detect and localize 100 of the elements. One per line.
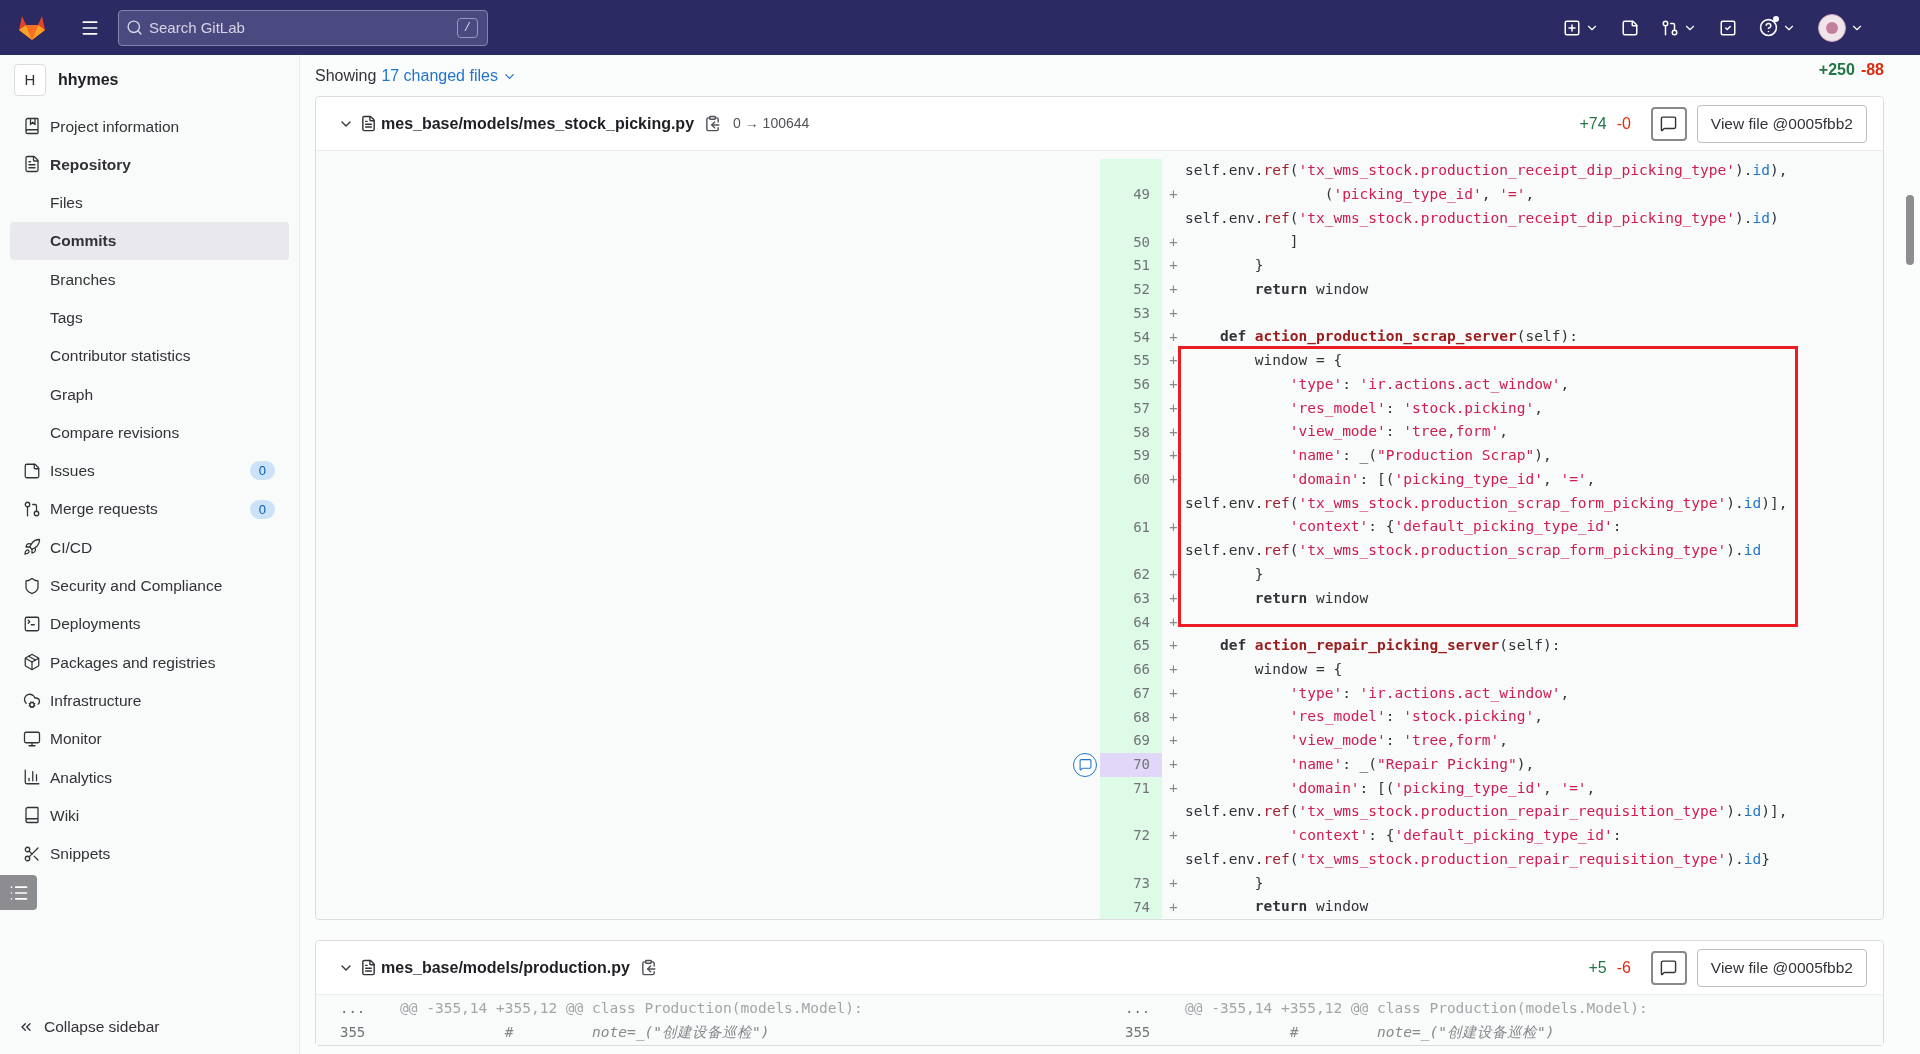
- line-number[interactable]: 59: [1100, 444, 1162, 468]
- help-button[interactable]: [1759, 18, 1796, 37]
- collapse-sidebar-button[interactable]: Collapse sidebar: [0, 999, 299, 1054]
- diff-sign: +: [1169, 327, 1178, 347]
- code-line: def action_production_scrap_server(self):: [1218, 327, 1578, 347]
- line-number[interactable]: 60: [1100, 467, 1162, 492]
- user-menu-button[interactable]: [1818, 13, 1864, 42]
- line-number[interactable]: 355: [1100, 1022, 1185, 1044]
- project-avatar[interactable]: H: [14, 64, 46, 96]
- sidebar-item[interactable]: Issues 0: [10, 451, 289, 490]
- code-line: }: [1253, 564, 1264, 584]
- avatar: [1818, 13, 1846, 42]
- line-number[interactable]: 69: [1100, 729, 1162, 753]
- line-number[interactable]: ...: [1100, 998, 1185, 1020]
- logo-icon[interactable]: [18, 14, 46, 41]
- line-number[interactable]: 58: [1100, 420, 1162, 444]
- line-number[interactable]: 72: [1100, 824, 1162, 848]
- line-number[interactable]: 73: [1100, 871, 1162, 896]
- code-line: @@ -355,14 +355,12 @@ class Production(models.Model):: [400, 999, 863, 1018]
- line-number[interactable]: 54: [1100, 325, 1162, 349]
- package-icon: [23, 653, 41, 672]
- sidebar-item[interactable]: Security and Compliance: [10, 566, 289, 605]
- line-number[interactable]: 55: [1100, 349, 1162, 373]
- sidebar-item[interactable]: CI/CD: [10, 528, 289, 567]
- sidebar-item[interactable]: Project information: [10, 107, 289, 146]
- diff-sign: +: [1169, 470, 1178, 490]
- sidebar-item[interactable]: Monitor: [10, 719, 289, 759]
- line-number[interactable]: 57: [1100, 396, 1162, 421]
- new-menu-button[interactable]: [1563, 18, 1599, 37]
- sidebar-item[interactable]: Infrastructure: [10, 681, 289, 720]
- count-badge: 0: [249, 461, 275, 481]
- code-line: 'name': _("Production Scrap"),: [1288, 446, 1552, 466]
- sidebar-subitem[interactable]: Compare revisions: [10, 413, 289, 452]
- line-number[interactable]: 66: [1100, 657, 1162, 682]
- sidebar-item[interactable]: Deployments: [10, 604, 289, 644]
- rocket-icon: [23, 538, 41, 557]
- diff-sign: +: [1169, 398, 1178, 418]
- line-number[interactable]: 50: [1100, 230, 1162, 254]
- line-number[interactable]: 56: [1100, 372, 1162, 397]
- file-path[interactable]: mes_base/models/production.py: [381, 955, 630, 980]
- diff-sign: +: [1169, 256, 1178, 276]
- line-number[interactable]: 52: [1100, 277, 1162, 302]
- scrollbar-thumb[interactable]: [1906, 195, 1914, 265]
- line-number[interactable]: 355: [316, 1022, 400, 1044]
- line-number[interactable]: 51: [1100, 254, 1162, 278]
- sidebar-subitem[interactable]: Commits: [10, 221, 289, 261]
- diff-sign: +: [1169, 375, 1178, 395]
- line-number[interactable]: 70: [1100, 752, 1162, 777]
- sidebar-item[interactable]: Repository: [10, 145, 289, 184]
- issues-button[interactable]: [1621, 18, 1639, 37]
- comments-toggle-button[interactable]: [1650, 950, 1687, 985]
- line-number[interactable]: ...: [316, 998, 400, 1020]
- view-file-button[interactable]: View file @0005fbb2: [1696, 104, 1867, 143]
- sidebar-item[interactable]: Packages and registries: [10, 643, 289, 682]
- sidebar-item[interactable]: Snippets: [10, 834, 289, 873]
- sidebar-item[interactable]: Merge requests 0: [10, 489, 289, 529]
- view-file-button[interactable]: View file @0005fbb2: [1696, 948, 1867, 987]
- diff-sign: +: [1169, 612, 1178, 632]
- line-number[interactable]: 71: [1100, 776, 1162, 801]
- todo-button[interactable]: [1719, 18, 1737, 37]
- line-number[interactable]: 63: [1100, 586, 1162, 611]
- sidebar-subitem[interactable]: Files: [10, 183, 289, 222]
- line-number[interactable]: 68: [1100, 705, 1162, 729]
- line-number[interactable]: 62: [1100, 562, 1162, 587]
- sidebar-item[interactable]: Wiki: [10, 796, 289, 835]
- line-number[interactable]: 65: [1100, 634, 1162, 658]
- sidebar-item[interactable]: Analytics: [10, 758, 289, 797]
- code-line: 'domain': [('picking_type_id', '=',: [1288, 469, 1596, 490]
- project-name[interactable]: hhymes: [58, 68, 119, 92]
- comments-toggle-button[interactable]: [1650, 106, 1687, 141]
- sidebar-subitem[interactable]: Contributor statistics: [10, 336, 289, 376]
- diff-sign: +: [1169, 636, 1178, 656]
- sidebar-subitem[interactable]: Graph: [10, 375, 289, 414]
- line-number[interactable]: 61: [1100, 515, 1162, 539]
- line-number[interactable]: 49: [1100, 182, 1162, 207]
- code-line: return window: [1253, 897, 1369, 917]
- speech-bubble-icon: [1078, 758, 1092, 772]
- line-number[interactable]: 67: [1100, 681, 1162, 706]
- diff-sign: +: [1169, 446, 1178, 466]
- checkbox-icon: [1719, 18, 1737, 37]
- diff-sign: +: [1169, 826, 1178, 846]
- line-number[interactable]: 64: [1100, 610, 1162, 634]
- add-comment-button[interactable]: [1073, 752, 1097, 777]
- line-number[interactable]: 53: [1100, 301, 1162, 326]
- sidebar-subitem[interactable]: Tags: [10, 298, 289, 337]
- speech-bubble-icon: [1660, 959, 1678, 976]
- copy-path-button[interactable]: [704, 115, 722, 132]
- floating-menu-button[interactable]: [0, 875, 37, 910]
- code-line: window = {: [1253, 659, 1343, 679]
- line-number[interactable]: 74: [1100, 895, 1162, 919]
- copy-path-button[interactable]: [639, 959, 657, 976]
- sidebar-subitem[interactable]: Branches: [10, 260, 289, 299]
- code-line: def action_repair_picking_server(self):: [1218, 636, 1561, 656]
- diff-sign: +: [1169, 517, 1178, 537]
- code-line: 'type': 'ir.actions.act_window',: [1288, 374, 1570, 395]
- changed-files-link[interactable]: 17 changed files: [381, 64, 517, 88]
- merge-requests-button[interactable]: [1661, 18, 1697, 37]
- file-path[interactable]: mes_base/models/mes_stock_picking.py: [381, 111, 695, 136]
- code-line: self.env.ref('tx_wms_stock.production_receipt_dip_picking_type').id): [1185, 208, 1779, 229]
- merge-request-icon: [23, 500, 41, 519]
